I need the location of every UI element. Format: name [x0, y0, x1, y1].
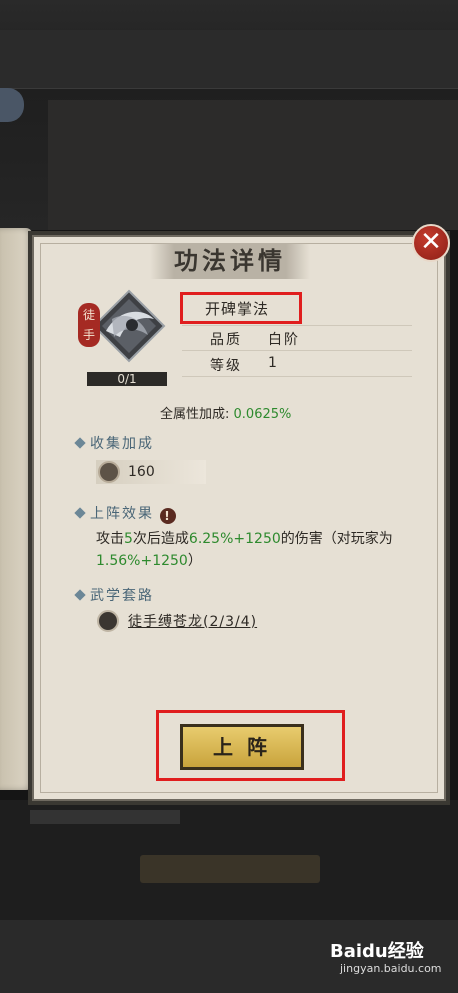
effect-description: 攻击5次后造成6.25%+1250的伤害（对玩家为1.56%+1250）	[96, 528, 416, 572]
all-attribute-bonus: 全属性加成: 0.0625%	[160, 403, 291, 422]
all-attribute-value: 0.0625%	[233, 407, 292, 422]
quality-label: 品质	[210, 332, 242, 348]
collection-heading: 收集加成	[74, 433, 154, 453]
diamond-icon	[74, 437, 86, 449]
collection-heading-text: 收集加成	[90, 436, 154, 452]
level-label: 等级	[210, 358, 242, 374]
background-header-bar	[0, 30, 458, 89]
skill-emblem-icon	[92, 289, 166, 363]
route-link[interactable]: 徒手缚苍龙(2/3/4)	[128, 611, 257, 631]
divider	[182, 350, 412, 351]
diamond-icon	[74, 507, 86, 519]
skill-name: 开碑掌法	[205, 300, 270, 318]
all-attribute-label: 全属性加成:	[160, 407, 230, 422]
weapon-type-badge: 徒手	[78, 303, 100, 347]
background-button	[140, 855, 320, 883]
level-value: 1	[268, 355, 279, 371]
effect-text: ）	[187, 553, 202, 569]
deploy-button[interactable]: 上阵	[180, 724, 304, 770]
route-heading: 武学套路	[74, 585, 154, 605]
quality-value: 白阶	[268, 332, 300, 348]
effect-text: 的伤害（对玩家为	[280, 531, 393, 547]
divider	[182, 325, 412, 326]
close-button[interactable]: ✕	[412, 224, 450, 262]
diamond-icon	[74, 589, 86, 601]
effect-heading-text: 上阵效果	[90, 506, 154, 522]
route-emblem-icon	[97, 610, 119, 632]
collection-shield-icon	[98, 461, 120, 483]
book-spine	[0, 228, 32, 790]
effect-flat: +1250	[233, 531, 281, 547]
watermark-url: jingyan.baidu.com	[340, 962, 442, 975]
divider	[182, 376, 412, 377]
effect-text: 次后造成	[132, 531, 189, 547]
info-icon[interactable]: !	[160, 508, 176, 524]
effect-heading: 上阵效果!	[74, 503, 176, 524]
skill-progress: 0/1	[87, 372, 167, 386]
effect-hits: 5	[124, 531, 133, 547]
background-game-screen	[0, 0, 458, 230]
background-text-line	[30, 810, 180, 824]
effect-percent: 6.25%	[188, 531, 234, 547]
effect-pvp-flat: +1250	[140, 553, 188, 569]
chat-icon	[0, 88, 24, 122]
effect-pvp-percent: 1.56%	[96, 553, 141, 569]
watermark-brand: Baidu经验	[330, 941, 424, 962]
collection-value: 160	[128, 464, 155, 480]
dialog-title: 功法详情	[150, 243, 310, 279]
effect-text: 攻击	[96, 531, 124, 547]
route-heading-text: 武学套路	[90, 588, 154, 604]
background-panel	[48, 100, 458, 230]
